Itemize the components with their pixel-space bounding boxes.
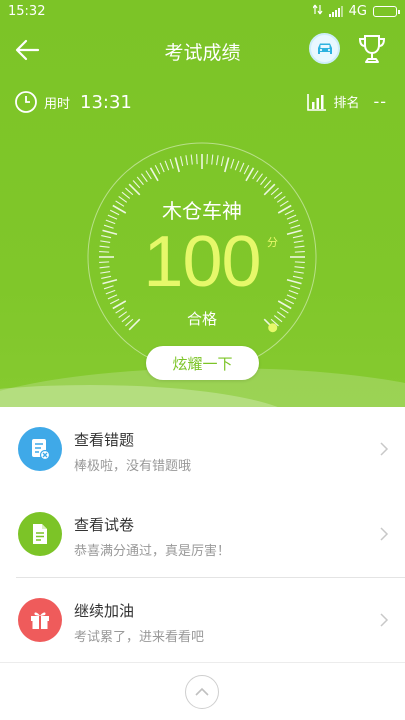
chevron-up-icon xyxy=(195,687,209,696)
gift-icon xyxy=(18,598,62,642)
car-mode-button[interactable] xyxy=(309,33,340,64)
action-list: 查看错题 棒极啦，没有错题哦 查看试卷 恭喜满分通过，真是厉害！ 继续加油 考试… xyxy=(0,407,405,663)
status-bar: 15:32 4G xyxy=(0,0,405,24)
list-item-subtitle: 考试累了，进来看看吧 xyxy=(74,630,205,645)
list-item-view-paper[interactable]: 查看试卷 恭喜满分通过，真是厉害！ xyxy=(0,492,405,577)
score-unit: 分 xyxy=(267,236,278,249)
score-value: 100 xyxy=(143,222,261,302)
trophy-button[interactable] xyxy=(356,32,388,66)
status-indicators: 4G xyxy=(312,4,400,19)
time-label: 用时 xyxy=(44,96,71,112)
rank-value: -- xyxy=(373,92,387,111)
bottom-bar xyxy=(0,662,405,720)
battery-icon xyxy=(373,6,400,17)
chevron-right-icon xyxy=(380,527,389,541)
cell-signal-icon xyxy=(328,6,343,17)
time-used: 用时 13:31 xyxy=(14,90,132,114)
pass-status: 合格 xyxy=(186,310,217,328)
bar-chart-icon xyxy=(307,93,327,111)
ranking: 排名 -- xyxy=(307,92,387,111)
chevron-right-icon xyxy=(380,442,389,456)
list-item-keep-going[interactable]: 继续加油 考试累了，进来看看吧 xyxy=(0,578,405,663)
list-item-title: 查看错题 xyxy=(74,431,135,449)
status-time: 15:32 xyxy=(8,4,46,19)
list-item-subtitle: 棒极啦，没有错题哦 xyxy=(74,459,192,474)
page-title: 考试成绩 xyxy=(164,42,241,64)
clock-icon xyxy=(15,91,37,113)
document-icon xyxy=(18,512,62,556)
score-dial: 木仓车神 100 分 合格 xyxy=(83,138,321,376)
scroll-up-button[interactable] xyxy=(185,675,219,709)
network-type: 4G xyxy=(348,4,367,19)
share-button[interactable]: 炫耀一下 xyxy=(146,346,259,380)
list-item-title: 继续加油 xyxy=(74,602,135,620)
list-item-subtitle: 恭喜满分通过，真是厉害！ xyxy=(74,544,231,559)
trophy-icon xyxy=(358,35,386,63)
title-bar: 考试成绩 xyxy=(0,28,405,72)
car-icon xyxy=(317,43,332,54)
signal-icon xyxy=(312,4,323,19)
list-item-wrong-answers[interactable]: 查看错题 棒极啦，没有错题哦 xyxy=(0,407,405,492)
rank-label: 排名 xyxy=(333,96,360,111)
chevron-right-icon xyxy=(380,613,389,627)
wrong-answers-icon xyxy=(18,427,62,471)
list-item-title: 查看试卷 xyxy=(74,516,135,534)
time-value: 13:31 xyxy=(80,91,132,113)
